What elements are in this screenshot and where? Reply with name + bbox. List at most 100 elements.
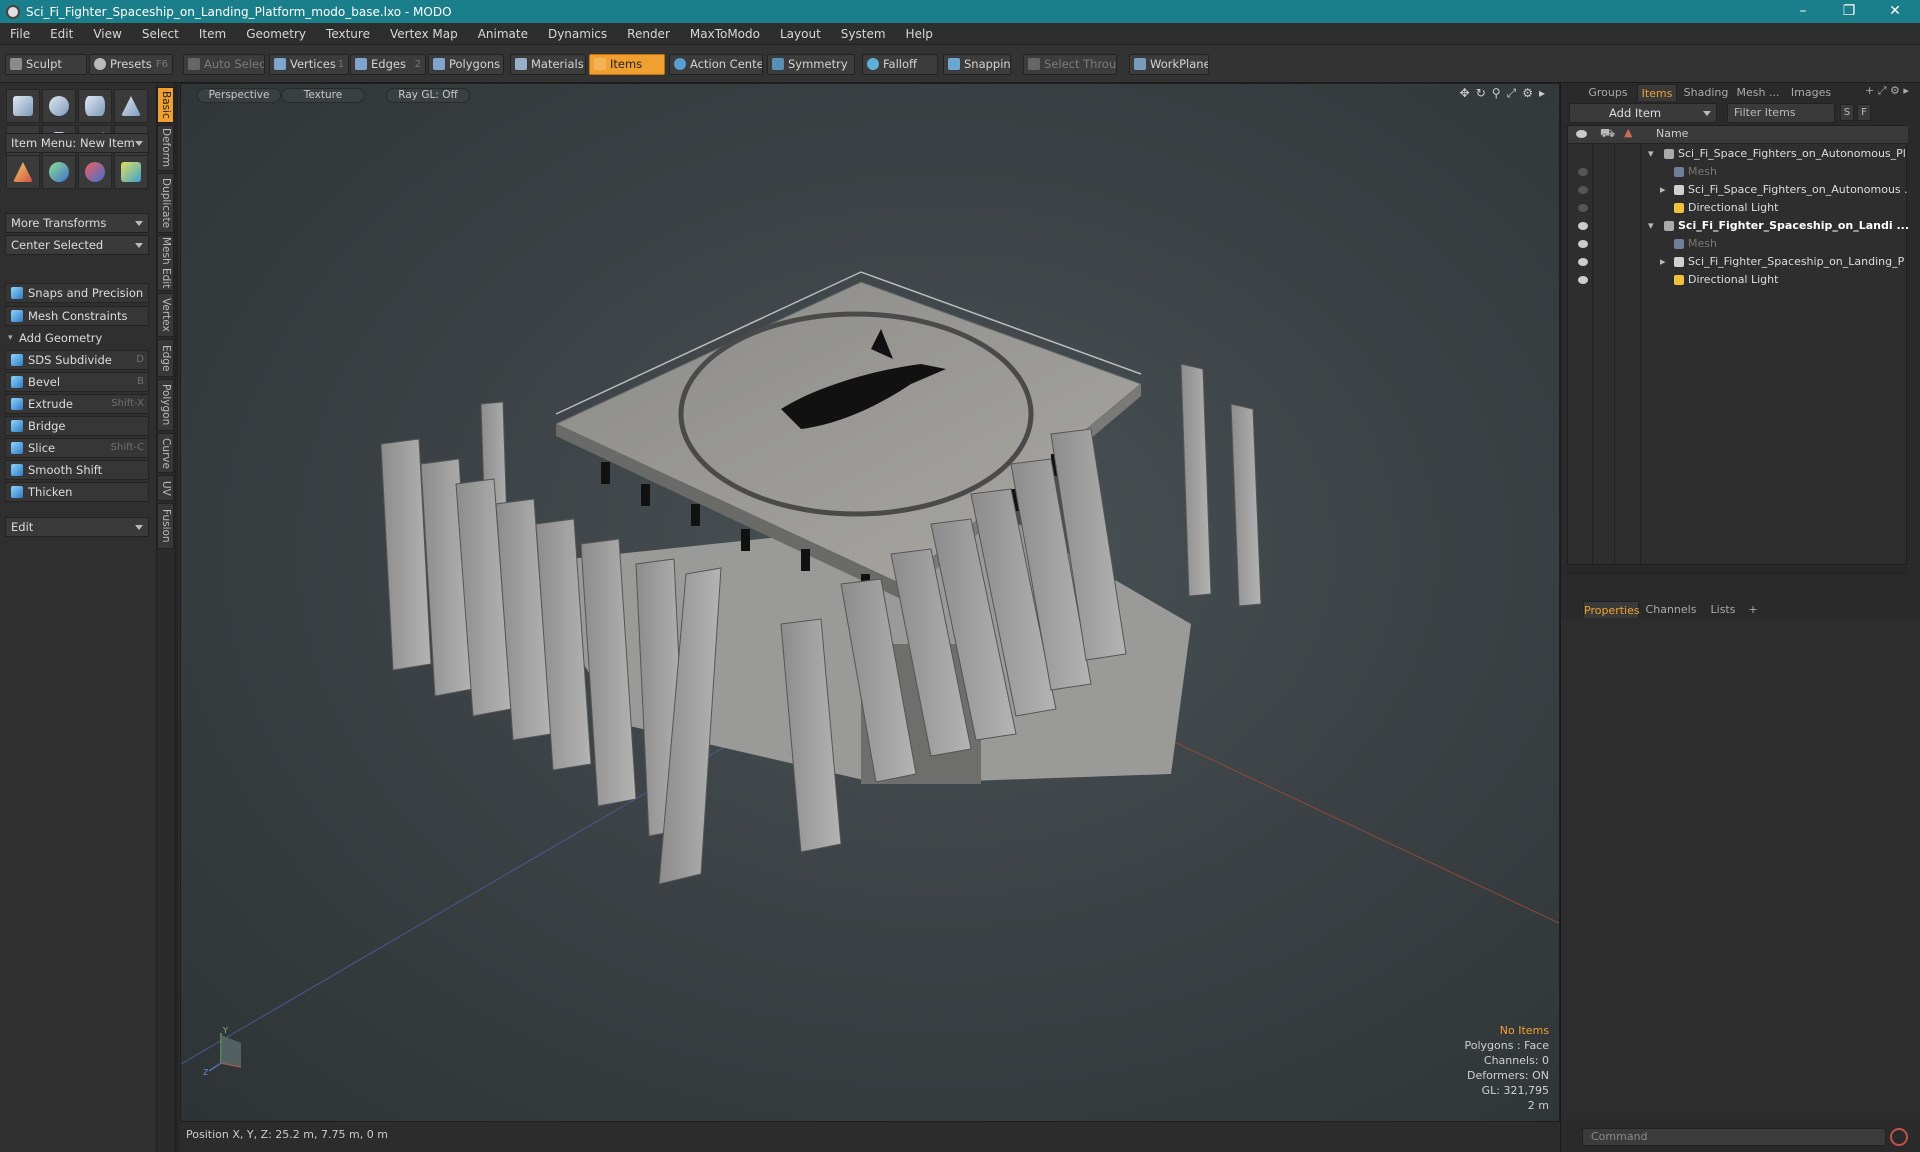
panel-splitter[interactable]: [1567, 567, 1907, 575]
expand-right-icon[interactable]: ▸: [1660, 253, 1666, 271]
expand-right-icon[interactable]: ▸: [1660, 181, 1666, 199]
tab-groups[interactable]: Groups: [1583, 84, 1633, 101]
sphere-primitive-icon[interactable]: [42, 89, 76, 123]
sds-subdivide-button[interactable]: SDS Subdivide D: [5, 350, 149, 370]
menu-layout[interactable]: Layout: [770, 23, 831, 45]
3d-viewport[interactable]: Perspective Texture Ray GL: Off ✥ ↻ ⚲ ⤢ …: [180, 83, 1560, 1122]
falloff-button[interactable]: Falloff: [862, 54, 938, 75]
tab-properties[interactable]: Properties: [1583, 601, 1640, 618]
presets-button[interactable]: Presets F6: [89, 54, 173, 75]
menu-render[interactable]: Render: [617, 23, 680, 45]
bevel-button[interactable]: Bevel B: [5, 372, 149, 392]
menu-animate[interactable]: Animate: [468, 23, 538, 45]
tab-vertex[interactable]: Vertex: [157, 293, 174, 337]
bridge-button[interactable]: Bridge: [5, 416, 149, 436]
tab-images[interactable]: Images: [1787, 84, 1835, 101]
menu-file[interactable]: File: [0, 23, 40, 45]
rotate-tool-icon[interactable]: [42, 155, 76, 189]
tab-basic[interactable]: Basic: [157, 87, 174, 123]
materials-button[interactable]: Materials: [510, 54, 586, 75]
cylinder-primitive-icon[interactable]: [78, 89, 112, 123]
gear-icon[interactable]: ⚙: [1890, 84, 1900, 97]
tree-row[interactable]: ▸ Sci_Fi_Fighter_Spaceship_on_Landing_P …: [1568, 253, 1908, 271]
snapping-button[interactable]: Snapping: [943, 54, 1011, 75]
more-transforms-dropdown[interactable]: More Transforms: [5, 213, 149, 233]
tab-edge[interactable]: Edge: [157, 339, 174, 377]
tab-lists[interactable]: Lists: [1703, 601, 1743, 618]
type-column-icon[interactable]: ▲: [1624, 126, 1632, 139]
visibility-eye-icon[interactable]: [1578, 186, 1588, 194]
record-icon[interactable]: [1890, 1128, 1908, 1146]
slice-button[interactable]: Slice Shift-C: [5, 438, 149, 458]
sculpt-button[interactable]: Sculpt: [5, 54, 87, 75]
move-tool-icon[interactable]: [6, 155, 40, 189]
symmetry-button[interactable]: Symmetry: [767, 54, 855, 75]
visibility-eye-icon[interactable]: [1578, 258, 1588, 266]
tree-row[interactable]: Directional Light: [1568, 199, 1908, 217]
visibility-eye-icon[interactable]: [1578, 240, 1588, 248]
polygons-button[interactable]: Polygons: [428, 54, 504, 75]
items-button[interactable]: Items: [589, 54, 665, 75]
scale-tool-icon[interactable]: [78, 155, 112, 189]
tab-channels[interactable]: Channels: [1643, 601, 1699, 618]
filter-items-input[interactable]: Filter Items: [1727, 103, 1835, 123]
tab-uv[interactable]: UV: [157, 475, 174, 501]
play-arrow-icon[interactable]: ▸: [1903, 84, 1909, 97]
command-input[interactable]: Command: [1582, 1128, 1886, 1146]
visibility-eye-icon[interactable]: [1578, 222, 1588, 230]
tree-row[interactable]: Mesh: [1568, 235, 1908, 253]
menu-vertex-map[interactable]: Vertex Map: [380, 23, 468, 45]
close-icon[interactable]: ✕: [1872, 0, 1918, 23]
menu-help[interactable]: Help: [896, 23, 943, 45]
center-selected-dropdown[interactable]: Center Selected: [5, 235, 149, 255]
menu-view[interactable]: View: [83, 23, 131, 45]
workplane-button[interactable]: WorkPlane: [1129, 54, 1209, 75]
visibility-column-icon[interactable]: [1576, 130, 1587, 138]
tree-row[interactable]: Mesh: [1568, 163, 1908, 181]
visibility-eye-icon[interactable]: [1578, 276, 1588, 284]
tab-curve[interactable]: Curve: [157, 433, 174, 473]
menu-edit[interactable]: Edit: [40, 23, 83, 45]
tree-row[interactable]: Directional Light: [1568, 271, 1908, 289]
tab-duplicate[interactable]: Duplicate: [157, 173, 174, 233]
tab-polygon[interactable]: Polygon: [157, 379, 174, 431]
lock-column-icon[interactable]: ⛟: [1600, 126, 1615, 142]
cone-primitive-icon[interactable]: [114, 89, 148, 123]
add-item-dropdown[interactable]: Add Item: [1569, 103, 1717, 123]
menu-select[interactable]: Select: [132, 23, 189, 45]
tab-deform[interactable]: Deform: [157, 125, 174, 171]
menu-item[interactable]: Item: [189, 23, 236, 45]
tab-mesh[interactable]: Mesh ...: [1733, 84, 1783, 101]
add-tab-icon[interactable]: +: [1865, 84, 1874, 97]
select-through-button[interactable]: Select Through: [1023, 54, 1117, 75]
edit-mode-dropdown[interactable]: Edit: [5, 517, 149, 537]
menu-dynamics[interactable]: Dynamics: [538, 23, 617, 45]
add-tab-icon[interactable]: +: [1745, 601, 1761, 618]
minimize-icon[interactable]: –: [1780, 0, 1826, 23]
restore-icon[interactable]: ❐: [1826, 0, 1872, 23]
visibility-eye-icon[interactable]: [1578, 168, 1588, 176]
mesh-constraints-button[interactable]: Mesh Constraints: [5, 306, 149, 326]
tree-row[interactable]: ▾ Sci_Fi_Fighter_Spaceship_on_Landi ...: [1568, 217, 1908, 235]
expand-down-icon[interactable]: ▾: [1648, 145, 1654, 163]
smooth-shift-button[interactable]: Smooth Shift: [5, 460, 149, 480]
tree-row[interactable]: ▾ Sci_Fi_Space_Fighters_on_Autonomous_Pl…: [1568, 145, 1908, 163]
item-menu-dropdown[interactable]: Item Menu: New Item: [5, 133, 149, 153]
menu-system[interactable]: System: [831, 23, 896, 45]
cube-primitive-icon[interactable]: [6, 89, 40, 123]
panel-divider[interactable]: [174, 83, 178, 1152]
tab-items[interactable]: Items: [1637, 84, 1677, 101]
tab-fusion[interactable]: Fusion: [157, 503, 174, 549]
tree-row[interactable]: ▸ Sci_Fi_Space_Fighters_on_Autonomous ..…: [1568, 181, 1908, 199]
maximize-icon[interactable]: ⤢: [1878, 84, 1887, 97]
tab-mesh-edit[interactable]: Mesh Edit: [157, 235, 174, 291]
transform-tool-icon[interactable]: [114, 155, 148, 189]
add-geometry-section[interactable]: ▾ Add Geometry: [5, 329, 149, 347]
menu-geometry[interactable]: Geometry: [236, 23, 316, 45]
tab-shading[interactable]: Shading: [1681, 84, 1731, 101]
snaps-precision-button[interactable]: Snaps and Precision: [5, 283, 149, 303]
filter-s-button[interactable]: S: [1840, 104, 1854, 121]
expand-down-icon[interactable]: ▾: [1648, 217, 1654, 235]
edges-button[interactable]: Edges 2: [350, 54, 426, 75]
filter-f-button[interactable]: F: [1857, 104, 1871, 121]
